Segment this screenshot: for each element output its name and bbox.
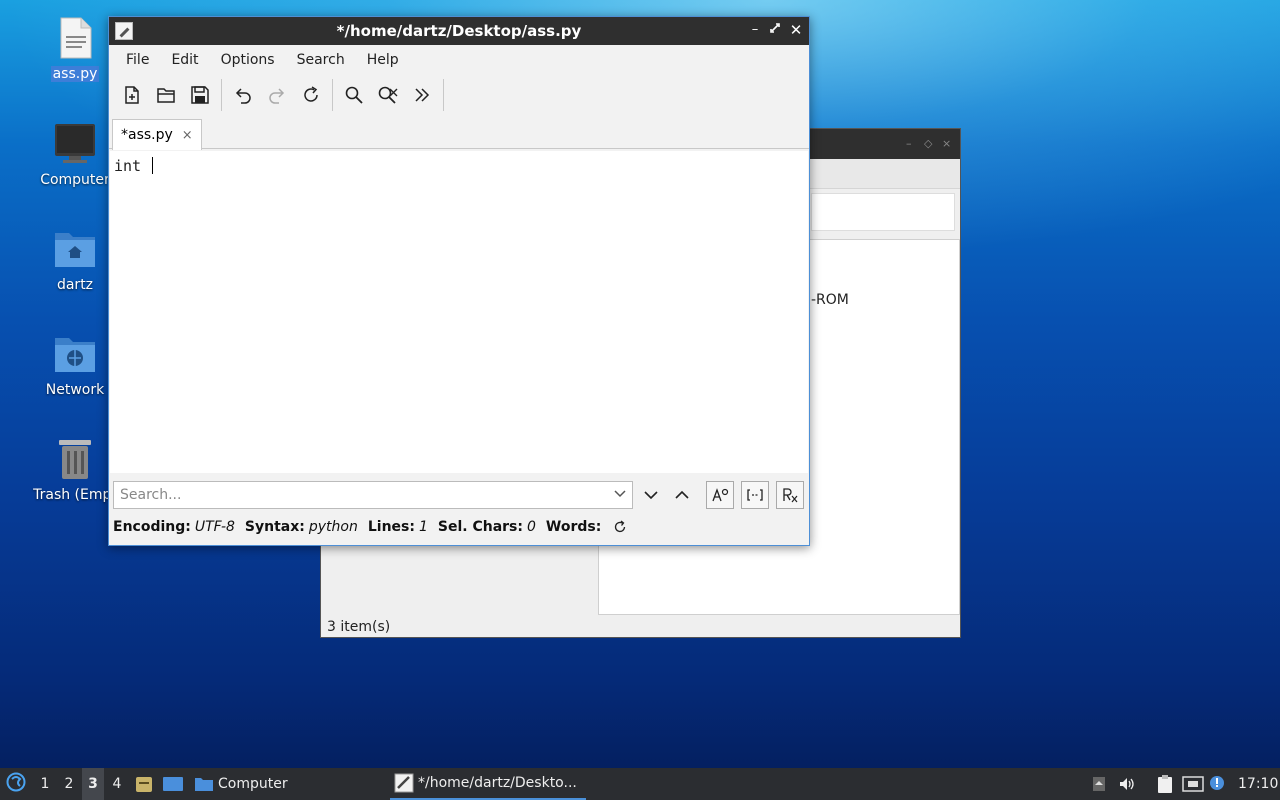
trash-icon	[53, 437, 97, 481]
show-desktop-button[interactable]	[162, 768, 184, 800]
app-menu-icon	[6, 772, 26, 796]
refresh-icon[interactable]	[613, 520, 627, 534]
menu-options[interactable]: Options	[210, 52, 286, 68]
undo-icon[interactable]	[228, 80, 258, 110]
menu-help[interactable]: Help	[356, 52, 410, 68]
text-editor-window[interactable]: */home/dartz/Desktop/ass.py – ✕ File Edi…	[108, 16, 810, 546]
file-manager-path-bar[interactable]	[811, 193, 955, 231]
clock[interactable]: 17:10	[1238, 768, 1278, 800]
save-icon[interactable]	[185, 80, 215, 110]
status-bar: Encoding: UTF-8 Syntax: python Lines: 1 …	[113, 519, 627, 535]
file-manager-status: 3 item(s)	[327, 619, 391, 635]
workspace-4[interactable]: 4	[106, 768, 128, 800]
editor-titlebar[interactable]: */home/dartz/Desktop/ass.py – ✕	[109, 17, 809, 45]
lines-label: Lines:	[367, 519, 415, 535]
file-manager-launcher[interactable]	[134, 768, 154, 800]
find-previous-button[interactable]	[668, 481, 696, 509]
syntax-label: Syntax:	[244, 519, 305, 535]
toolbar-separator	[221, 79, 222, 111]
taskbar: 1 2 3 4 Computer */home/dartz/Deskto... …	[0, 768, 1280, 800]
workspace-2[interactable]: 2	[58, 768, 80, 800]
find-next-button[interactable]	[637, 481, 665, 509]
desktop-icon-label: Trash (Empt	[33, 487, 117, 503]
file-manager-item-label[interactable]: -ROM	[811, 292, 849, 308]
minimize-icon[interactable]: –	[906, 137, 918, 150]
workspace-3[interactable]: 3	[82, 768, 104, 800]
close-icon[interactable]: ×	[942, 137, 954, 150]
open-folder-icon[interactable]	[151, 80, 181, 110]
toolbar-separator	[332, 79, 333, 111]
menu-bar: File Edit Options Search Help	[109, 45, 809, 75]
task-computer[interactable]: Computer	[194, 768, 296, 800]
code-text: int	[114, 157, 151, 175]
words-label: Words:	[545, 519, 602, 535]
lines-value: 1	[418, 519, 428, 535]
notification-icon[interactable]	[1208, 768, 1228, 800]
reload-icon[interactable]	[296, 80, 326, 110]
desktop-icon-label: Network	[45, 382, 105, 398]
toolbar-separator	[443, 79, 444, 111]
window-title: */home/dartz/Desktop/ass.py	[336, 22, 582, 40]
desktop-icon-label: Computer	[40, 172, 110, 188]
desktop-icon-label: dartz	[56, 277, 94, 293]
task-text-editor[interactable]: */home/dartz/Deskto...	[390, 768, 586, 800]
maximize-icon[interactable]	[767, 22, 783, 38]
match-case-button[interactable]	[706, 481, 734, 509]
computer-icon	[53, 122, 97, 166]
regex-button[interactable]	[776, 481, 804, 509]
chevron-down-icon[interactable]	[614, 486, 626, 504]
menu-edit[interactable]: Edit	[160, 52, 209, 68]
code-line: int	[114, 157, 154, 175]
text-editor-icon	[394, 773, 414, 793]
encoding-value: UTF-8	[194, 519, 235, 535]
selchars-value: 0	[526, 519, 536, 535]
tab-ass-py[interactable]: *ass.py ×	[112, 119, 202, 150]
search-placeholder: Search...	[120, 487, 182, 503]
folder-icon	[194, 775, 214, 793]
start-menu-button[interactable]	[4, 768, 28, 800]
tray-arrow-icon[interactable]	[1092, 768, 1108, 800]
find-replace-icon[interactable]	[373, 80, 403, 110]
text-caret	[152, 157, 154, 174]
desktop-icon-label: ass.py	[50, 66, 100, 82]
text-file-icon	[53, 16, 97, 60]
new-file-icon[interactable]	[117, 80, 147, 110]
maximize-icon[interactable]: ◇	[924, 137, 936, 150]
network-icon[interactable]	[1182, 768, 1204, 800]
selchars-label: Sel. Chars:	[437, 519, 523, 535]
redo-icon[interactable]	[262, 80, 292, 110]
whole-word-button[interactable]	[741, 481, 769, 509]
close-tab-icon[interactable]: ×	[182, 128, 193, 143]
home-folder-icon	[53, 227, 97, 271]
network-folder-icon	[53, 332, 97, 376]
close-icon[interactable]: ✕	[788, 22, 804, 38]
task-label: */home/dartz/Deskto...	[418, 775, 577, 791]
clipboard-icon[interactable]	[1156, 768, 1176, 800]
syntax-value: python	[308, 519, 358, 535]
search-input[interactable]: Search...	[113, 481, 633, 509]
workspace-1[interactable]: 1	[34, 768, 56, 800]
volume-icon[interactable]	[1118, 768, 1138, 800]
menu-file[interactable]: File	[115, 52, 160, 68]
text-editing-area[interactable]: int	[110, 151, 808, 473]
task-label: Computer	[218, 776, 288, 792]
encoding-label: Encoding:	[113, 519, 191, 535]
editor-toolbar	[109, 75, 809, 115]
find-icon[interactable]	[339, 80, 369, 110]
search-bar: Search...	[109, 475, 809, 515]
go-to-line-icon[interactable]	[407, 80, 437, 110]
tab-label: *ass.py	[121, 127, 173, 143]
tab-bar: *ass.py ×	[109, 115, 809, 150]
menu-search[interactable]: Search	[286, 52, 356, 68]
minimize-icon[interactable]: –	[747, 22, 763, 38]
